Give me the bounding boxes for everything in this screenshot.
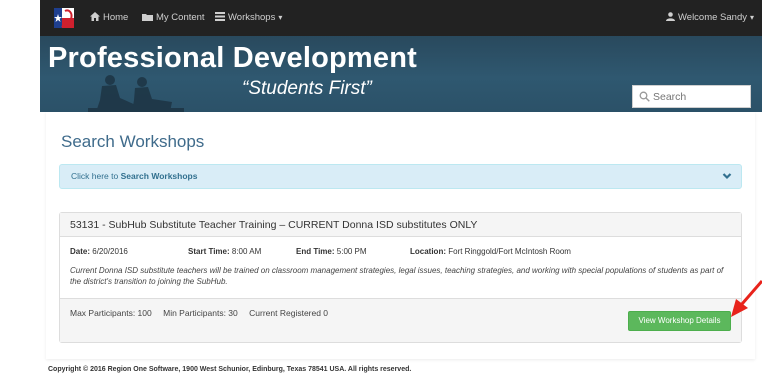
list-icon: [215, 12, 225, 21]
search-box[interactable]: [632, 85, 751, 108]
search-toggle-link[interactable]: Search Workshops: [121, 171, 198, 181]
workshop-title: 53131 - SubHub Substitute Teacher Traini…: [70, 219, 478, 231]
start-time-label: Start Time:: [188, 247, 230, 256]
max-participants: Max Participants: 100: [70, 308, 152, 318]
banner-title: Professional Development: [48, 42, 418, 74]
search-toggle-text: Click here to Search Workshops: [71, 171, 197, 181]
search-toggle-prefix: Click here to: [71, 171, 121, 181]
nav-workshops-label: Workshops: [228, 12, 276, 23]
workshop-start-time: Start Time: 8:00 AM: [188, 247, 261, 256]
caret-down-icon: ▾: [278, 13, 283, 22]
workshop-end-time: End Time: 5:00 PM: [296, 247, 367, 256]
start-time-value: 8:00 AM: [231, 247, 262, 256]
workshop-location: Location: Fort Ringgold/Fort McIntosh Ro…: [410, 247, 571, 256]
chevron-down-icon[interactable]: [722, 172, 732, 180]
caret-down-icon: ▾: [749, 13, 754, 22]
search-input[interactable]: [653, 88, 747, 105]
date-label: Date:: [70, 247, 91, 256]
search-icon: [639, 91, 650, 102]
nav-home-label: Home: [103, 12, 129, 23]
user-icon: [665, 12, 675, 21]
students-silhouette-image: [88, 75, 184, 112]
nav-home-link[interactable]: Home: [90, 0, 128, 36]
nav-user-label: Welcome Sandy: [677, 12, 747, 23]
nav-user-menu[interactable]: Welcome Sandy ▾: [665, 0, 754, 36]
location-value: Fort Ringgold/Fort McIntosh Room: [448, 247, 571, 256]
texas-flag-logo-icon[interactable]: [53, 5, 75, 31]
workshop-card-footer: Max Participants: 100 Min Participants: …: [60, 298, 741, 342]
view-workshop-details-button[interactable]: View Workshop Details: [628, 311, 731, 331]
workshop-date: Date: 6/20/2016: [70, 247, 128, 256]
workshop-stats: Max Participants: 100 Min Participants: …: [70, 308, 337, 318]
date-value: 6/20/2016: [92, 247, 128, 256]
copyright-text: Copyright © 2016 Region One Software, 19…: [48, 366, 412, 373]
home-icon: [90, 12, 100, 21]
workshop-card-header: 53131 - SubHub Substitute Teacher Traini…: [60, 213, 741, 237]
nav-my-content-label: My Content: [156, 12, 205, 23]
page-banner: Professional Development “Students First…: [40, 36, 762, 112]
main-content: Search Workshops Click here to Search Wo…: [46, 112, 755, 359]
end-time-label: End Time:: [296, 247, 335, 256]
end-time-value: 5:00 PM: [336, 247, 367, 256]
location-label: Location:: [410, 247, 446, 256]
current-registered: Current Registered 0: [249, 308, 329, 318]
workshop-card: 53131 - SubHub Substitute Teacher Traini…: [59, 212, 742, 343]
workshop-description: Current Donna ISD substitute teachers wi…: [70, 266, 724, 286]
folder-icon: [142, 14, 153, 21]
top-navbar: Home My Content Workshops ▾ Welcome Sandy…: [40, 0, 762, 36]
nav-workshops-dropdown[interactable]: Workshops ▾: [215, 0, 282, 36]
page-title: Search Workshops: [61, 132, 205, 151]
min-participants: Min Participants: 30: [163, 308, 238, 318]
banner-tagline: “Students First”: [242, 78, 372, 99]
nav-my-content-link[interactable]: My Content: [142, 0, 205, 36]
search-workshops-toggle[interactable]: Click here to Search Workshops: [59, 164, 742, 189]
